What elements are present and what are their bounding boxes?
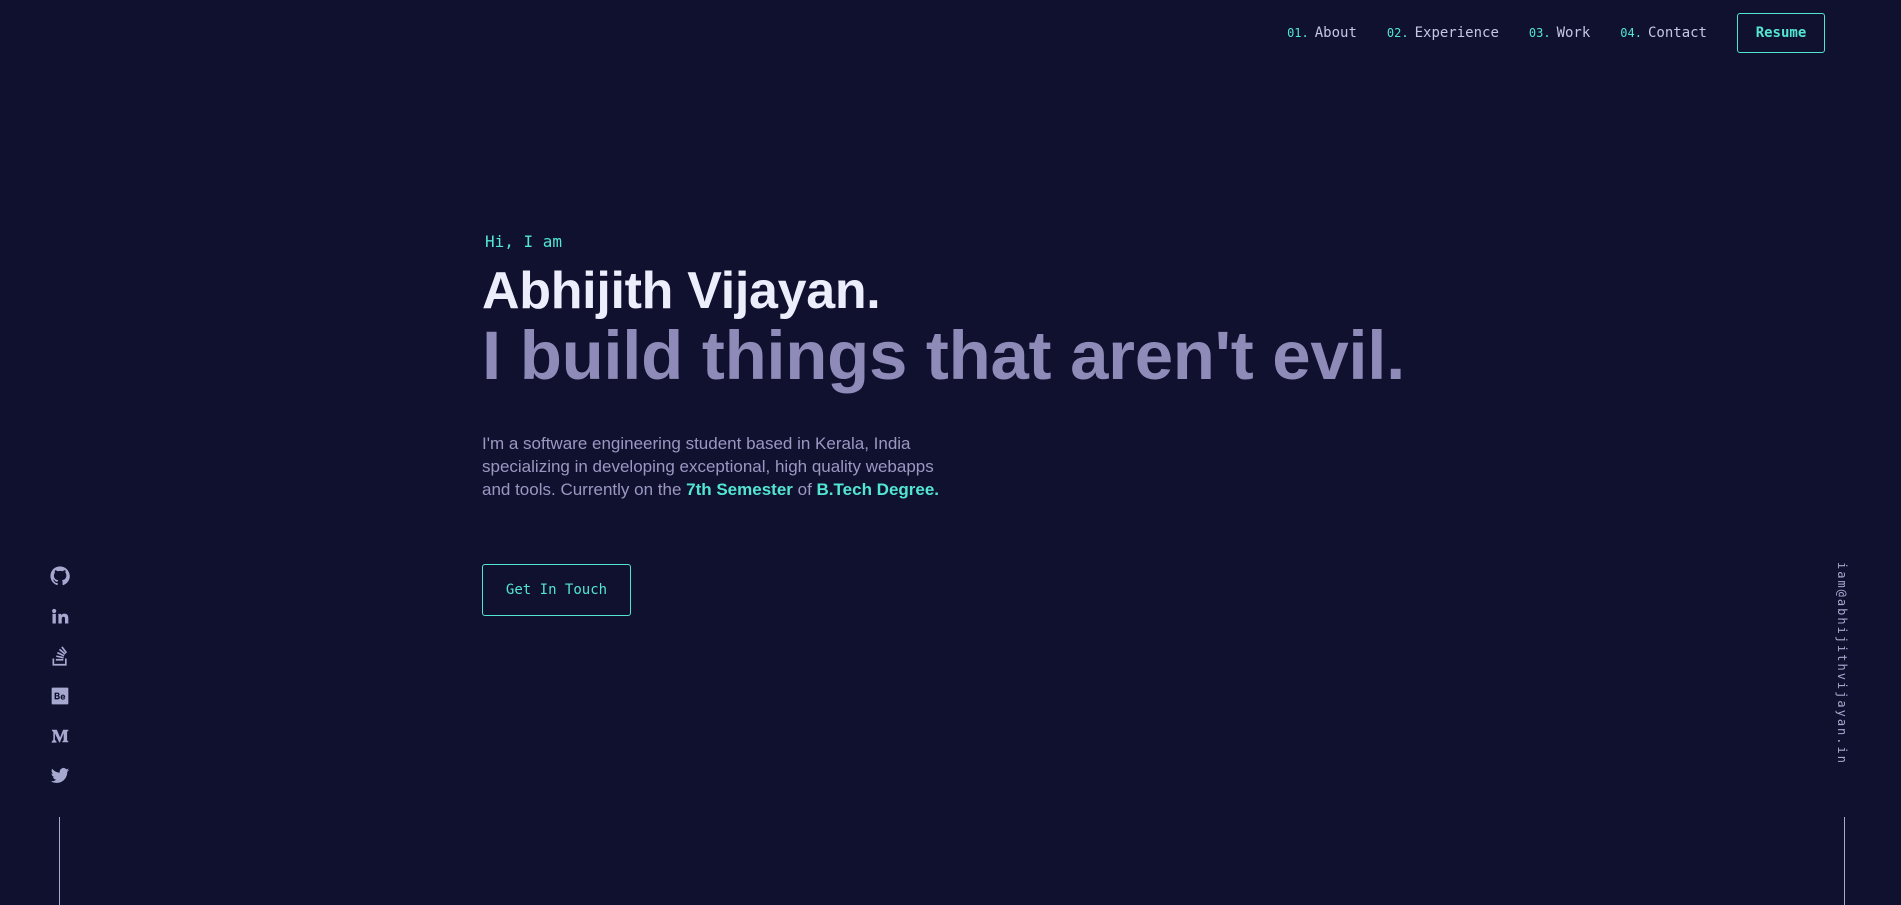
bio-highlight-degree: B.Tech Degree. — [816, 480, 940, 499]
hero-bio: I'm a software engineering student based… — [482, 432, 952, 501]
social-links — [50, 566, 70, 806]
bio-text: of — [792, 480, 817, 499]
linkedin-icon — [52, 608, 69, 624]
github-link[interactable] — [50, 566, 70, 586]
social-divider-line — [59, 817, 60, 905]
email-link[interactable]: iam@abhijithvijayan.in — [1835, 562, 1849, 765]
medium-link[interactable] — [50, 726, 70, 746]
nav-label: About — [1314, 25, 1357, 41]
nav-label: Work — [1556, 25, 1591, 41]
hero-section: Hi, I am Abhijith Vijayan. I build thing… — [482, 232, 1405, 616]
twitter-link[interactable] — [50, 766, 70, 786]
medium-icon — [51, 729, 69, 743]
nav-item-experience[interactable]: 02. Experience — [1387, 25, 1499, 41]
nav-item-work[interactable]: 03. Work — [1529, 25, 1590, 41]
nav-label: Contact — [1647, 25, 1707, 41]
linkedin-link[interactable] — [50, 606, 70, 626]
get-in-touch-button[interactable]: Get In Touch — [482, 564, 631, 616]
behance-icon — [51, 687, 69, 705]
hero-greeting: Hi, I am — [485, 232, 563, 251]
behance-link[interactable] — [50, 686, 70, 706]
hero-name: Abhijith Vijayan. — [482, 262, 881, 320]
nav-number: 01. — [1287, 26, 1309, 40]
email-divider-line — [1844, 817, 1845, 905]
nav-number: 03. — [1528, 26, 1551, 40]
resume-button[interactable]: Resume — [1737, 13, 1825, 53]
github-icon — [50, 566, 70, 586]
page: 01. About 02. Experience 03. Work 04. Co… — [0, 0, 1901, 905]
hero-tagline: I build things that aren't evil. — [482, 317, 1406, 394]
top-nav: 01. About 02. Experience 03. Work 04. Co… — [1287, 13, 1825, 53]
nav-label: Experience — [1414, 25, 1499, 41]
stackoverflow-icon — [52, 646, 68, 666]
nav-item-about[interactable]: 01. About — [1287, 25, 1357, 41]
nav-item-contact[interactable]: 04. Contact — [1620, 25, 1707, 41]
twitter-icon — [50, 768, 70, 783]
stackoverflow-link[interactable] — [50, 646, 70, 666]
bio-highlight-semester: 7th Semester — [686, 480, 793, 499]
nav-number: 02. — [1386, 26, 1409, 40]
nav-number: 04. — [1620, 26, 1642, 40]
